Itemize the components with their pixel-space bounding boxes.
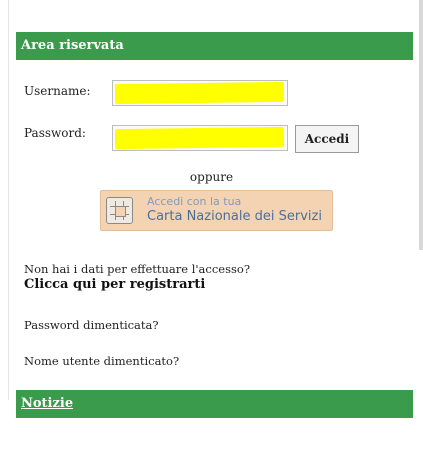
forgot-username-link[interactable]: Nome utente dimenticato? — [24, 354, 179, 368]
scrollbar[interactable] — [419, 0, 423, 250]
news-header-link[interactable]: Notizie — [16, 390, 413, 418]
left-divider — [8, 0, 9, 400]
cns-login-button[interactable]: Accedi con la tua Carta Nazionale dei Se… — [100, 190, 333, 231]
cns-button-line2: Carta Nazionale dei Servizi — [147, 209, 322, 224]
smartcard-chip-icon — [106, 197, 133, 224]
password-label: Password: — [24, 126, 86, 140]
password-field-wrapper — [112, 125, 288, 151]
register-link[interactable]: Clicca qui per registrarti — [24, 277, 205, 292]
username-field-wrapper — [112, 80, 288, 106]
cns-button-line1: Accedi con la tua — [147, 195, 242, 208]
login-button[interactable]: Accedi — [295, 125, 359, 153]
or-separator: oppure — [189, 170, 234, 184]
reserved-area-header: Area riservata — [16, 32, 413, 60]
password-input[interactable] — [113, 126, 287, 150]
username-label: Username: — [24, 84, 91, 98]
username-input[interactable] — [113, 81, 287, 105]
forgot-password-link[interactable]: Password dimenticata? — [24, 318, 159, 332]
no-credentials-text: Non hai i dati per effettuare l'accesso? — [24, 262, 250, 276]
